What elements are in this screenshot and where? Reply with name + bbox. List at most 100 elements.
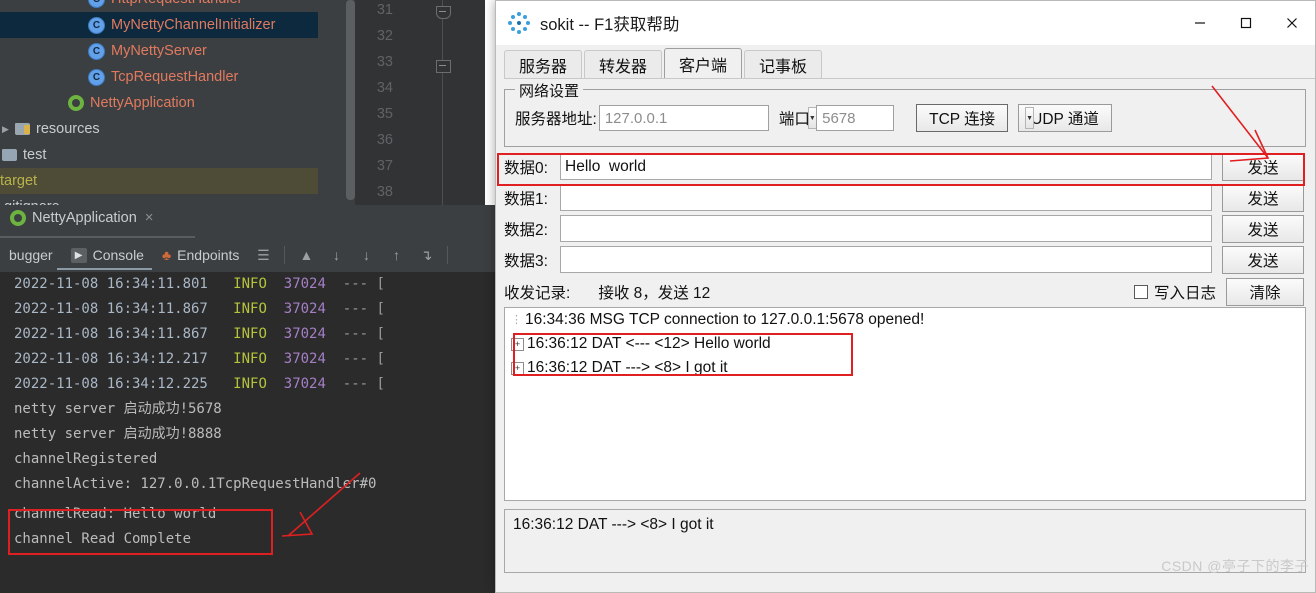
maximize-icon[interactable] (1223, 1, 1269, 45)
tree-item-label: NettyApplication (90, 95, 195, 111)
data-3-field[interactable] (560, 246, 1212, 273)
project-tree[interactable]: C HttpRequestHandler C MyNettyChannelIni… (0, 0, 318, 210)
console-line: channelRegistered (14, 451, 158, 467)
record-list[interactable]: ⋮ 16:34:36 MSG TCP connection to 127.0.0… (504, 307, 1306, 501)
tab-bar-divider (504, 78, 1315, 79)
data-3-input[interactable] (561, 249, 1211, 270)
send-button-0[interactable]: 发送 (1222, 152, 1304, 181)
console-line: 2022-11-08 16:34:12.225 INFO 37024 --- [ (0, 372, 495, 397)
tree-item-my-netty-channel-initializer[interactable]: C MyNettyChannelInitializer (0, 12, 318, 38)
scroll-to-end-icon[interactable]: ↓ (355, 245, 377, 265)
tree-item-label: MyNettyServer (111, 43, 207, 59)
close-icon[interactable]: × (145, 209, 154, 226)
server-address-input[interactable] (599, 108, 806, 128)
write-log-checkbox[interactable]: 写入日志 (1133, 281, 1216, 303)
console-line: channelActive: 127.0.0.1TcpRequestHandle… (14, 476, 377, 492)
tab-endpoints[interactable]: ♣ Endpoints (153, 241, 248, 269)
tab-console[interactable]: ▶ Console (62, 241, 153, 269)
data-3-label: 数据3: (504, 252, 548, 270)
tab-label: 客户端 (679, 58, 728, 75)
folder-icon (15, 123, 30, 135)
data-row-2: 数据2: 发送 (504, 214, 1304, 243)
record-entry-0[interactable]: ⋮ 16:34:36 MSG TCP connection to 127.0.0… (505, 308, 1305, 332)
tree-item-label: TcpRequestHandler (111, 69, 239, 85)
log-timestamp: 2022-11-08 16:34:12.217 (14, 351, 208, 367)
checkbox-box[interactable] (1133, 285, 1148, 299)
tab-forwarder[interactable]: 转发器 (584, 50, 663, 79)
clear-button[interactable]: 清除 (1226, 278, 1304, 306)
run-tab-underline (0, 236, 195, 238)
menu-icon[interactable]: ☰ (252, 245, 274, 265)
editor-gutter: 31 32 33 34 35 36 37 38 (355, 0, 485, 210)
tab-console-label: Console (92, 247, 144, 263)
data-1-input[interactable] (561, 187, 1211, 208)
record-entry-text: 16:36:12 DAT <--- <12> Hello world (527, 335, 771, 352)
data-0-field[interactable] (560, 153, 1212, 180)
tree-item-target[interactable]: target (0, 168, 318, 194)
tab-client[interactable]: 客户端 (664, 48, 743, 79)
csdn-watermark: CSDN @亭子下的李子 (1161, 558, 1309, 574)
tab-notepad[interactable]: 记事板 (744, 50, 823, 79)
class-icon: C (88, 68, 105, 86)
network-settings-title: 网络设置 (515, 80, 584, 101)
record-entry-2[interactable]: + 16:36:12 DAT ---> <8> I got it (505, 356, 1305, 380)
server-address-label: 服务器地址: (515, 111, 597, 128)
close-icon[interactable] (1269, 1, 1315, 45)
data-2-input[interactable] (561, 218, 1211, 239)
send-button-3[interactable]: 发送 (1222, 245, 1304, 274)
record-header-row: 收发记录: 接收 8，发送 12 写入日志 清除 (504, 278, 1304, 306)
expand-icon[interactable]: + (511, 361, 524, 375)
tab-label: 服务器 (519, 59, 568, 76)
tree-item-http-request-handler[interactable]: C HttpRequestHandler (0, 0, 318, 12)
annotation-box-console-channelread (8, 509, 273, 555)
tree-item-test[interactable]: test (0, 142, 318, 168)
log-pid: 37024 (283, 301, 326, 317)
window-controls (1177, 1, 1315, 45)
log-separator: --- [ (342, 301, 385, 317)
sokit-title-bar[interactable]: sokit -- F1获取帮助 (496, 1, 1315, 45)
tab-debugger[interactable]: bugger (0, 241, 62, 269)
code-fold-end-icon[interactable] (436, 6, 451, 19)
data-0-input[interactable] (561, 156, 1211, 177)
tree-item-resources[interactable]: ▶ resources (0, 116, 318, 142)
data-2-label: 数据2: (504, 221, 548, 239)
tree-item-label: test (23, 147, 47, 163)
console-tab-underline (57, 268, 152, 270)
data-1-field[interactable] (560, 184, 1212, 211)
send-button-1[interactable]: 发送 (1222, 183, 1304, 212)
tree-scrollbar[interactable] (346, 0, 355, 200)
scroll-down-icon[interactable]: ↓ (325, 245, 347, 265)
tree-item-my-netty-server[interactable]: C MyNettyServer (0, 38, 318, 64)
console-line: netty server 启动成功!8888 (14, 426, 222, 442)
port-input[interactable] (817, 108, 1024, 128)
expand-icon[interactable]: + (511, 337, 524, 351)
data-row-1: 数据1: 发送 (504, 183, 1304, 212)
tab-server[interactable]: 服务器 (504, 50, 583, 79)
server-address-combo[interactable]: ▼ (598, 105, 817, 131)
record-header-actions: 写入日志 清除 (1133, 278, 1304, 306)
scroll-to-top-icon[interactable]: ↑ (385, 245, 407, 265)
console-line: 2022-11-08 16:34:12.217 INFO 37024 --- [ (0, 347, 495, 372)
send-button-2[interactable]: 发送 (1222, 214, 1304, 243)
minimize-icon[interactable] (1177, 1, 1223, 45)
network-settings-group: 网络设置 服务器地址: ▼ 端口: ▼ TCP 连接 UDP 通道 (504, 80, 1306, 147)
soft-wrap-icon[interactable]: ▲ (295, 245, 317, 265)
data-1-label: 数据1: (504, 190, 548, 208)
soft-wrap-lines-icon[interactable]: ↴ (415, 245, 437, 265)
log-level: INFO (233, 276, 267, 292)
log-separator: --- [ (342, 276, 385, 292)
code-fold-start-icon[interactable] (436, 60, 451, 73)
class-icon: C (88, 0, 105, 8)
write-log-label: 写入日志 (1153, 285, 1216, 302)
chevron-down-icon[interactable]: ▼ (1025, 107, 1035, 129)
tree-item-tcp-request-handler[interactable]: C TcpRequestHandler (0, 64, 318, 90)
tree-item-netty-application[interactable]: NettyApplication (0, 90, 318, 116)
data-row-3: 数据3: 发送 (504, 245, 1304, 274)
run-tab-netty-application[interactable]: NettyApplication × (10, 209, 154, 226)
chevron-right-icon[interactable]: ▶ (2, 124, 13, 135)
class-icon: C (88, 16, 105, 34)
record-entry-1[interactable]: + 16:36:12 DAT <--- <12> Hello world (505, 332, 1305, 356)
port-combo[interactable]: ▼ (816, 105, 1035, 131)
record-stats: 接收 8，发送 12 (598, 285, 711, 302)
data-2-field[interactable] (560, 215, 1212, 242)
